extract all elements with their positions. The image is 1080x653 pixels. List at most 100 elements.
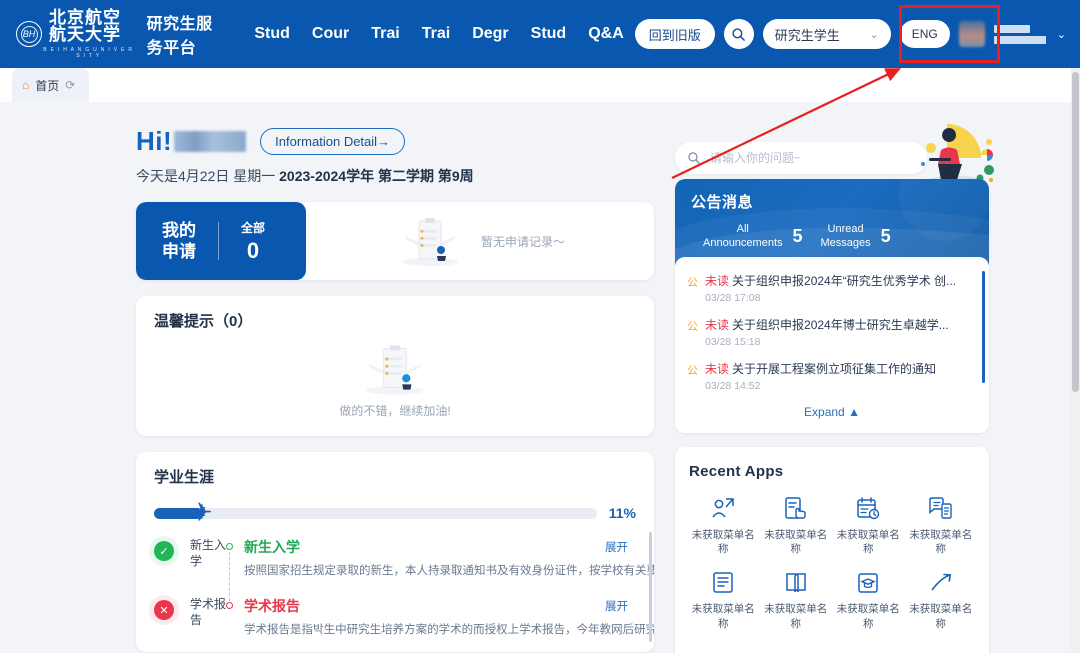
role-select[interactable]: 研究生学生 ⌄ xyxy=(762,19,891,49)
chat-doc-icon xyxy=(929,497,952,519)
career-stage-0-title: 新生入学 xyxy=(244,539,300,555)
home-icon: ⌂ xyxy=(22,78,30,92)
airplane-icon: ✈ xyxy=(190,496,213,527)
career-stage-1-desc: 学术报告是指박生中研究生培养方案的学术的而授权上学术报告，今年教网后研究生要能 xyxy=(244,624,654,637)
recent-app-1-label: 未获取菜单名称 xyxy=(764,529,828,556)
academic-career-title: 学业生涯 xyxy=(154,469,215,486)
left-column: Hi! Information Detail→ 今天是4月22日 星期一 202… xyxy=(136,126,654,652)
career-stage-1-expand[interactable]: 展开 xyxy=(605,598,628,614)
search-icon xyxy=(688,152,700,164)
announcement-item-2-time: 03/28 14:52 xyxy=(705,380,761,392)
search-box[interactable] xyxy=(675,142,927,174)
academic-career-card: 学业生涯 ✈ 11% ✓ 新生入学 新生入学 按照国家招生规定录取的新生，本人持… xyxy=(136,452,654,652)
recent-app-0[interactable]: 未获取菜单名称 xyxy=(689,496,758,556)
progress-percent: 11% xyxy=(608,505,636,521)
recent-apps-card: Recent Apps 未获取菜单名称 未获取菜单名称 未获取菜单名称 未获取菜… xyxy=(675,447,989,653)
refresh-icon[interactable]: ⟳ xyxy=(65,78,75,92)
page-scrollbar-thumb[interactable] xyxy=(1072,72,1079,392)
recent-app-5[interactable]: 未获取菜单名称 xyxy=(762,570,831,630)
university-crest-icon: BH xyxy=(16,21,42,47)
brand-name-cn: 北京航空航天大学 xyxy=(49,7,121,45)
recent-apps-grid: 未获取菜单名称 未获取菜单名称 未获取菜单名称 未获取菜单名称 未获取菜单名称 … xyxy=(689,496,975,631)
tips-card: 温馨提示（0） 做的不错，继续加油! xyxy=(136,296,654,436)
search-input[interactable] xyxy=(710,151,915,165)
recent-app-7[interactable]: 未获取菜单名称 xyxy=(907,570,976,630)
my-application-count-label: 全部 xyxy=(241,220,266,235)
breadcrumb-label: 首页 xyxy=(35,78,60,93)
career-stage-0-desc: 按照国家招生规定录取的新生，本人持录取通知书及有效身份证件，按学校有关要求和规定 xyxy=(244,565,654,577)
my-application-count: 全部 0 xyxy=(241,219,265,264)
announcement-item-1[interactable]: 公 未读 关于组织申报2024年博士研究生卓越学... 03/28 15:18 xyxy=(687,309,977,353)
unread-badge: 未读 xyxy=(705,318,730,332)
recent-app-6-label: 未获取菜单名称 xyxy=(836,603,900,630)
my-application-count-value: 0 xyxy=(246,237,260,263)
my-application-header[interactable]: 我的 申请 全部 0 xyxy=(136,202,306,280)
my-application-title: 我的 申请 xyxy=(162,220,196,263)
nav-item-1[interactable]: Cour xyxy=(301,19,360,49)
recent-app-5-label: 未获取菜单名称 xyxy=(764,603,828,630)
information-detail-button[interactable]: Information Detail→ xyxy=(260,128,406,155)
announcements-scrollbar[interactable] xyxy=(982,271,985,383)
brand-logo[interactable]: BH 北京航空航天大学 B E I H A N G U N I V E R S … xyxy=(16,7,217,59)
avatar[interactable] xyxy=(958,21,985,47)
timeline-dot-col xyxy=(226,543,244,606)
announcement-icon: 公 xyxy=(687,277,698,289)
recent-app-2[interactable]: 未获取菜单名称 xyxy=(834,496,903,556)
career-stage-0-expand[interactable]: 展开 xyxy=(605,539,628,555)
timeline-dot-icon xyxy=(226,543,233,550)
header-search-button[interactable] xyxy=(723,19,754,49)
nav-item-4[interactable]: Degr xyxy=(461,19,519,49)
language-toggle-button[interactable]: ENG xyxy=(899,20,950,48)
announcement-item-1-time: 03/28 15:18 xyxy=(705,336,761,348)
recent-app-1[interactable]: 未获取菜单名称 xyxy=(762,496,831,556)
career-stage-0-body: 新生入学 按照国家招生规定录取的新生，本人持录取通知书及有效身份证件，按学校有关… xyxy=(244,537,654,580)
nav-item-6[interactable]: Q&A xyxy=(577,19,635,49)
career-stage-1-title: 学术报告 xyxy=(244,598,300,615)
page-body: Hi! Information Detail→ 今天是4月22日 星期一 202… xyxy=(0,102,1072,653)
user-name-redacted-greeting xyxy=(174,131,247,152)
breadcrumb[interactable]: ⌂ 首页 ⟳ xyxy=(12,68,90,102)
announcement-item-1-title: 未读 关于组织申报2024年博士研究生卓越学... xyxy=(705,318,949,332)
announcements-expand-button[interactable]: Expand ▲ xyxy=(687,397,977,429)
nav-item-0[interactable]: Stud xyxy=(243,19,301,49)
header-actions: 回到旧版 研究生学生 ⌄ ENG ⌄ xyxy=(634,19,1066,49)
date-line: 今天是4月22日 星期一 2023-2024学年 第二学期 第9周 xyxy=(136,166,654,186)
search-icon xyxy=(732,27,746,41)
announcement-item-0-time: 03/28 17:08 xyxy=(705,292,761,304)
career-stage-0[interactable]: ✓ 新生入学 新生入学 按照国家招生规定录取的新生，本人持录取通知书及有效身份证… xyxy=(154,537,654,606)
recent-app-3[interactable]: 未获取菜单名称 xyxy=(907,496,976,556)
career-stage-1-body: 学术报告 学术报告是指박生中研究生培养方案的学术的而授权上学术报告，今年教网后研… xyxy=(244,596,654,639)
recent-app-6[interactable]: 未获取菜单名称 xyxy=(834,570,903,630)
app-header: BH 北京航空航天大学 B E I H A N G U N I V E R S … xyxy=(0,0,1080,68)
chevron-down-icon: ⌄ xyxy=(869,28,879,41)
date-prefix: 今天是4月22日 星期一 xyxy=(136,168,280,184)
greeting-row: Hi! Information Detail→ xyxy=(136,126,654,157)
right-column: 公告消息 All Announcements 5 Unread xyxy=(675,124,994,653)
announcements-card: 公告消息 All Announcements 5 Unread Messages… xyxy=(675,179,989,433)
nav-item-5[interactable]: Stud xyxy=(520,19,578,49)
recent-app-3-label: 未获取菜单名称 xyxy=(909,529,973,556)
career-stage-1[interactable]: ✕ 学术报告 学术报告 学术报告是指박生中研究生培养方案的学术的而授权上学术报告… xyxy=(154,596,654,639)
user-menu-chevron-down-icon[interactable]: ⌄ xyxy=(1057,28,1066,41)
announcement-item-2[interactable]: 公 未读 关于开展工程案例立项征集工作的通知 03/28 14:52 xyxy=(687,353,977,397)
check-circle-icon: ✓ xyxy=(154,541,174,561)
career-stage-0-short-name: 新生入学 xyxy=(190,538,227,569)
recent-apps-title: Recent Apps xyxy=(689,463,784,480)
nav-item-3[interactable]: Trai xyxy=(411,19,461,49)
date-term: 2023-2024学年 第二学期 第9周 xyxy=(279,168,474,184)
timeline-dot-col-2 xyxy=(226,602,244,610)
nav-item-2[interactable]: Trai xyxy=(360,19,410,49)
empty-clipboard-illustration xyxy=(401,218,458,266)
my-application-title-line2: 申请 xyxy=(162,242,196,261)
recent-app-4[interactable]: 未获取菜单名称 xyxy=(689,570,758,630)
announcement-item-0-title: 未读 关于组织申报2024年“研究生优秀学术 创... xyxy=(705,274,957,288)
career-stage-1-short-name: 学术报告 xyxy=(190,597,227,628)
user-name-redacted[interactable] xyxy=(993,24,1046,44)
calendar-clock-icon xyxy=(857,497,880,520)
announcement-item-0[interactable]: 公 未读 关于组织申报2024年“研究生优秀学术 创... 03/28 17:08 xyxy=(687,265,977,309)
tips-empty-state: 做的不错，继续加油! xyxy=(136,332,654,426)
career-scrollbar[interactable] xyxy=(649,532,652,642)
greeting-hi: Hi! xyxy=(136,126,173,156)
back-to-old-version-button[interactable]: 回到旧版 xyxy=(634,19,715,49)
my-application-empty-state: 暂无申请记录～ xyxy=(306,202,654,280)
